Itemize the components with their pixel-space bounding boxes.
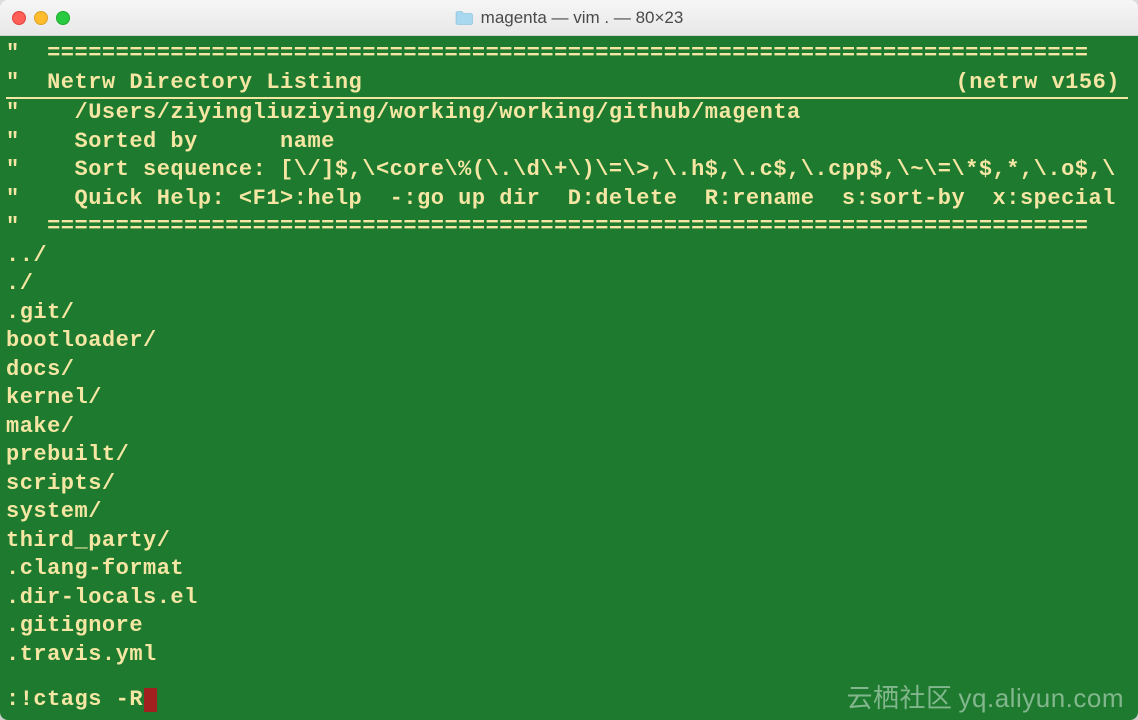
netrw-header-left: " Netrw Directory Listing — [6, 70, 362, 95]
netrw-sorted-by: " Sorted by name — [6, 128, 1132, 157]
window-title: magenta — vim . — 80×23 — [455, 8, 684, 28]
watermark: 云栖社区yq.aliyun.com — [847, 684, 1124, 713]
cursor — [144, 688, 157, 712]
terminal-content[interactable]: " ======================================… — [0, 36, 1138, 720]
minimize-button[interactable] — [34, 11, 48, 25]
window-title-text: magenta — vim . — 80×23 — [481, 8, 684, 28]
list-item[interactable]: make/ — [6, 413, 1132, 442]
close-button[interactable] — [12, 11, 26, 25]
list-item[interactable]: kernel/ — [6, 384, 1132, 413]
list-item[interactable]: scripts/ — [6, 470, 1132, 499]
list-item[interactable]: ./ — [6, 270, 1132, 299]
list-item[interactable]: ../ — [6, 242, 1132, 271]
list-item[interactable]: .git/ — [6, 299, 1132, 328]
netrw-header: " Netrw Directory Listing (netrw v156) — [6, 69, 1128, 100]
command-text: :!ctags -R — [6, 686, 143, 715]
traffic-lights — [0, 11, 70, 25]
list-item[interactable]: .clang-format — [6, 555, 1132, 584]
netrw-separator-bottom: " ======================================… — [6, 213, 1132, 242]
netrw-quick-help: " Quick Help: <F1>:help -:go up dir D:de… — [6, 185, 1132, 214]
list-item[interactable]: prebuilt/ — [6, 441, 1132, 470]
command-line[interactable]: :!ctags -R — [6, 686, 157, 715]
terminal-window: magenta — vim . — 80×23 " ==============… — [0, 0, 1138, 720]
watermark-cn: 云栖社区 — [847, 683, 953, 713]
list-item[interactable]: .travis.yml — [6, 641, 1132, 670]
maximize-button[interactable] — [56, 11, 70, 25]
list-item[interactable]: system/ — [6, 498, 1132, 527]
titlebar[interactable]: magenta — vim . — 80×23 — [0, 0, 1138, 36]
folder-icon — [455, 11, 473, 25]
watermark-url: yq.aliyun.com — [959, 683, 1124, 713]
list-item[interactable]: .gitignore — [6, 612, 1132, 641]
list-item[interactable]: third_party/ — [6, 527, 1132, 556]
netrw-sort-sequence: " Sort sequence: [\/]$,\<core\%(\.\d\+\)… — [6, 156, 1132, 185]
list-item[interactable]: bootloader/ — [6, 327, 1132, 356]
list-item[interactable]: docs/ — [6, 356, 1132, 385]
list-item[interactable]: .dir-locals.el — [6, 584, 1132, 613]
netrw-separator-top: " ======================================… — [6, 40, 1132, 69]
netrw-path: " /Users/ziyingliuziying/working/working… — [6, 99, 1132, 128]
netrw-header-right: (netrw v156) — [956, 69, 1128, 98]
